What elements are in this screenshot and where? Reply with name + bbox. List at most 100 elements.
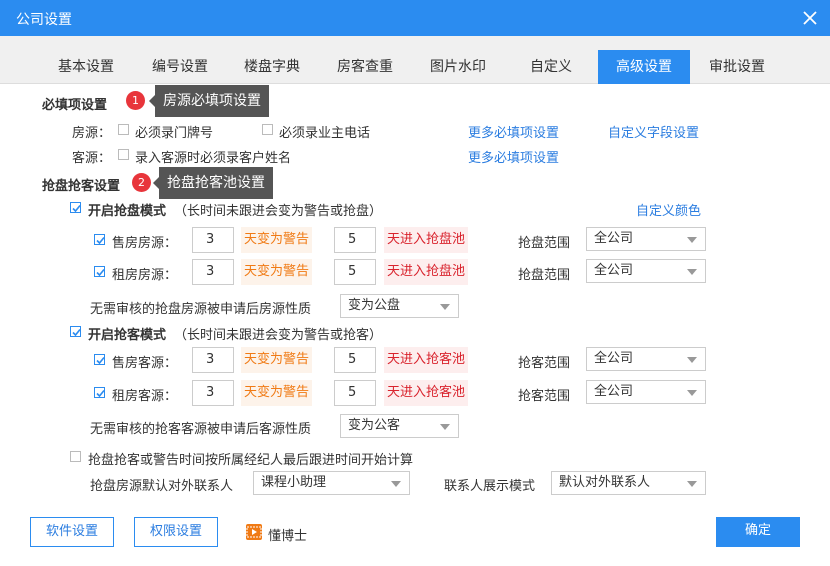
client-apply-label: 无需审核的抢客客源被申请后客源性质 — [90, 422, 312, 437]
chevron-down-icon — [440, 304, 450, 310]
chevron-down-icon — [440, 424, 450, 430]
house-apply-value: 变为公盘 — [348, 298, 401, 313]
rent-client-warn-text: 天变为警告 — [241, 380, 313, 406]
client-more-required-link[interactable]: 更多必填项设置 — [468, 147, 559, 166]
sale-house-checkbox[interactable] — [94, 234, 105, 245]
tab-custom[interactable]: 自定义 — [505, 50, 597, 84]
sale-client-range-label: 抢客范围 — [518, 356, 571, 371]
rent-client-pool-text: 天进入抢客池 — [384, 380, 469, 406]
required-tooltip: 房源必填项设置 — [149, 85, 269, 117]
rent-client-checkbox[interactable] — [94, 387, 105, 398]
house-opt2-checkbox[interactable] — [262, 124, 273, 135]
required-section-title: 必填项设置 — [42, 98, 108, 113]
tab-basic-settings[interactable]: 基本设置 — [40, 50, 132, 84]
rent-client-range-label: 抢客范围 — [518, 389, 571, 404]
house-apply-select[interactable]: 变为公盘 — [340, 294, 459, 318]
time-rule-checkbox[interactable] — [70, 451, 81, 462]
sale-client-range-select[interactable]: 全公司 — [586, 347, 706, 371]
house-mode-label: 开启抢盘模式 — [88, 204, 167, 219]
rent-client-range-value: 全公司 — [594, 384, 634, 399]
brand-link[interactable]: 懂博士 — [268, 525, 307, 544]
default-contact-value: 课程小助理 — [261, 475, 327, 490]
client-apply-value: 变为公客 — [348, 418, 401, 433]
rent-house-checkbox[interactable] — [94, 266, 105, 277]
sale-house-pool-days-input[interactable]: 5 — [334, 227, 376, 253]
tab-building-dictionary[interactable]: 楼盘字典 — [226, 50, 318, 84]
tab-numbering-settings[interactable]: 编号设置 — [134, 50, 226, 84]
house-more-required-link[interactable]: 更多必填项设置 — [468, 122, 559, 141]
default-contact-label: 抢盘房源默认对外联系人 — [90, 479, 234, 494]
client-mode-note: （长时间未跟进会变为警告或抢客） — [174, 328, 383, 343]
chevron-down-icon — [687, 481, 697, 487]
rent-house-range-label: 抢盘范围 — [518, 268, 571, 283]
rent-house-label: 租房房源： — [112, 268, 178, 283]
house-opt2-label: 必须录业主电话 — [279, 126, 371, 141]
sale-client-warn-days-input[interactable]: 3 — [192, 347, 234, 373]
rent-house-warn-days-input[interactable]: 3 — [192, 259, 234, 285]
house-opt1-checkbox[interactable] — [118, 124, 129, 135]
client-apply-select[interactable]: 变为公客 — [340, 414, 459, 438]
chevron-down-icon — [687, 390, 697, 396]
grab-tooltip: 抢盘抢客池设置 — [153, 167, 273, 199]
client-opt1-label: 录入客源时必须录客户姓名 — [135, 151, 292, 166]
permission-settings-button[interactable]: 权限设置 — [134, 517, 218, 547]
sale-client-pool-days-input[interactable]: 5 — [334, 347, 376, 373]
custom-color-link[interactable]: 自定义颜色 — [636, 200, 701, 219]
sale-house-pool-text: 天进入抢盘池 — [384, 227, 469, 253]
window-title: 公司设置 — [16, 12, 72, 28]
contact-mode-label: 联系人展示模式 — [444, 479, 536, 494]
rent-house-pool-days-input[interactable]: 5 — [334, 259, 376, 285]
sale-house-range-label: 抢盘范围 — [518, 236, 571, 251]
chevron-down-icon — [391, 481, 401, 487]
sale-client-checkbox[interactable] — [94, 354, 105, 365]
house-apply-label: 无需审核的抢盘房源被申请后房源性质 — [90, 302, 312, 317]
sale-house-warn-text: 天变为警告 — [241, 227, 313, 253]
play-icon[interactable] — [246, 524, 262, 540]
chevron-down-icon — [687, 269, 697, 275]
house-label: 房源： — [72, 126, 112, 141]
grab-section-title: 抢盘抢客设置 — [42, 179, 121, 194]
sale-house-range-select[interactable]: 全公司 — [586, 227, 706, 251]
rent-house-range-value: 全公司 — [594, 263, 634, 278]
sale-client-warn-text: 天变为警告 — [241, 347, 313, 373]
client-mode-label: 开启抢客模式 — [88, 328, 167, 343]
software-settings-button[interactable]: 软件设置 — [30, 517, 114, 547]
company-settings-dialog: 公司设置 基本设置 编号设置 楼盘字典 房客查重 图片水印 自定义 高级设置 审… — [0, 0, 830, 566]
sale-client-label: 售房客源： — [112, 356, 178, 371]
sale-client-range-value: 全公司 — [594, 351, 634, 366]
custom-fields-link[interactable]: 自定义字段设置 — [608, 122, 699, 141]
time-rule-label: 抢盘抢客或警告时间按所属经纪人最后跟进时间开始计算 — [88, 453, 414, 468]
client-mode-checkbox[interactable] — [70, 326, 81, 337]
house-mode-checkbox[interactable] — [70, 202, 81, 213]
step-badge-1: 1 — [126, 91, 145, 110]
house-mode-note: （长时间未跟进会变为警告或抢盘） — [174, 204, 383, 219]
rent-house-warn-text: 天变为警告 — [241, 259, 313, 285]
client-label: 客源： — [72, 151, 112, 166]
rent-client-label: 租房客源： — [112, 389, 178, 404]
rent-house-range-select[interactable]: 全公司 — [586, 259, 706, 283]
step-badge-2: 2 — [132, 173, 151, 192]
rent-client-pool-days-input[interactable]: 5 — [334, 380, 376, 406]
sale-client-pool-text: 天进入抢客池 — [384, 347, 469, 373]
client-opt1-checkbox[interactable] — [118, 149, 129, 160]
house-opt1-label: 必须录门牌号 — [135, 126, 214, 141]
sale-house-label: 售房房源： — [112, 236, 178, 251]
rent-house-pool-text: 天进入抢盘池 — [384, 259, 469, 285]
tab-advanced-settings[interactable]: 高级设置 — [598, 50, 690, 84]
tab-approval-settings[interactable]: 审批设置 — [691, 50, 783, 84]
tab-bar: 基本设置 编号设置 楼盘字典 房客查重 图片水印 自定义 高级设置 审批设置 — [0, 36, 830, 84]
sale-house-warn-days-input[interactable]: 3 — [192, 227, 234, 253]
contact-mode-value: 默认对外联系人 — [559, 475, 651, 490]
sale-house-range-value: 全公司 — [594, 231, 634, 246]
tab-duplicate-check[interactable]: 房客查重 — [319, 50, 411, 84]
title-bar: 公司设置 — [0, 0, 830, 36]
tab-image-watermark[interactable]: 图片水印 — [412, 50, 504, 84]
confirm-button[interactable]: 确定 — [716, 517, 800, 547]
contact-mode-select[interactable]: 默认对外联系人 — [551, 471, 706, 495]
rent-client-range-select[interactable]: 全公司 — [586, 380, 706, 404]
default-contact-select[interactable]: 课程小助理 — [253, 471, 410, 495]
close-icon[interactable] — [800, 8, 820, 28]
chevron-down-icon — [687, 237, 697, 243]
rent-client-warn-days-input[interactable]: 3 — [192, 380, 234, 406]
chevron-down-icon — [687, 357, 697, 363]
